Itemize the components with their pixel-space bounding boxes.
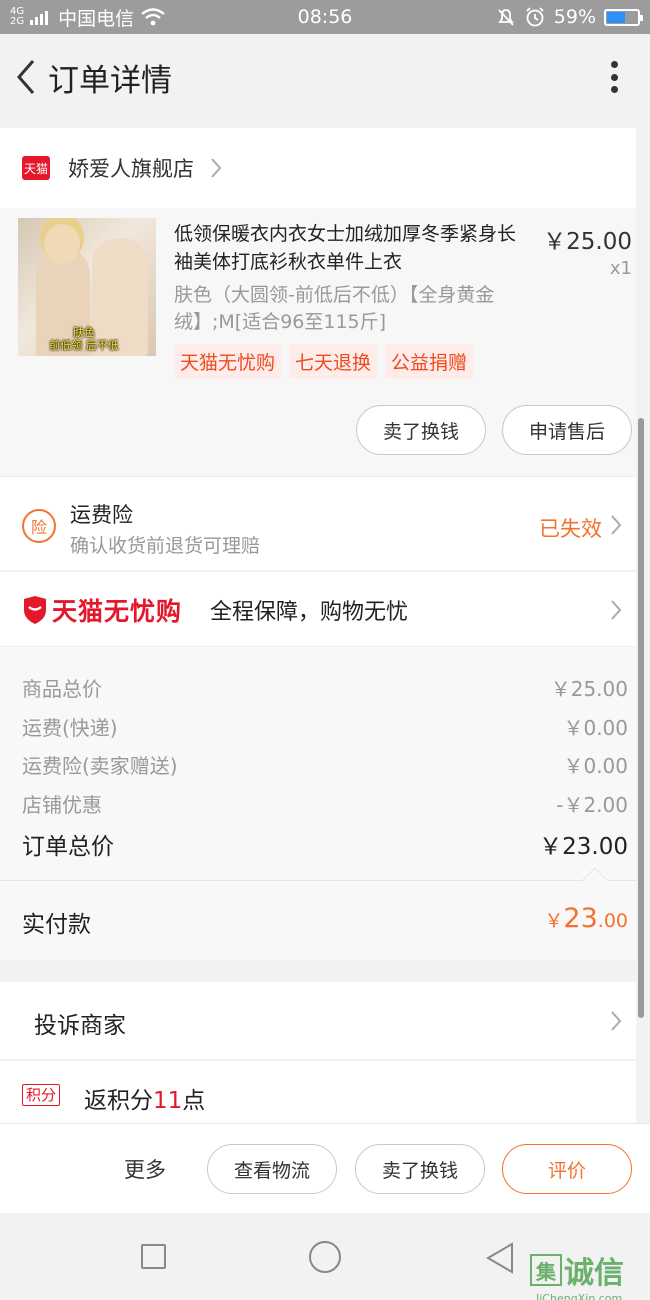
product-price: ￥25.00: [543, 229, 632, 255]
watermark-logo: 集诚信 JiChengXin.com: [530, 1248, 648, 1300]
service-tag: 天猫无忧购: [174, 344, 282, 379]
store-name: 娇爱人旗舰店: [68, 157, 194, 181]
battery-percent: 59%: [553, 6, 596, 28]
nav-bar: 订单详情: [0, 34, 650, 120]
status-bar: 4G 2G 中国电信 08:56 59%: [0, 0, 650, 34]
chevron-right-icon: [611, 515, 622, 535]
store-header[interactable]: 天猫 娇爱人旗舰店: [0, 128, 636, 208]
insurance-subtitle: 确认收货前退货可理赔: [70, 535, 261, 557]
resell-button[interactable]: 卖了换钱: [356, 405, 486, 455]
system-back-icon[interactable]: [485, 1241, 515, 1275]
service-tags: 天猫无忧购 七天退换 公益捐赠: [174, 344, 474, 379]
points-text: 返积分11点: [84, 1088, 206, 1114]
complain-merchant-row[interactable]: 投诉商家: [0, 982, 636, 1060]
signal-icon: [30, 11, 49, 25]
worry-free-logo: 天猫无忧购: [52, 597, 183, 626]
recent-apps-icon[interactable]: [141, 1244, 166, 1269]
back-button[interactable]: [4, 47, 48, 107]
product-title: 低领保暖衣内衣女士加绒加厚冬季紧身长袖美体打底衫秋衣单件上衣: [174, 223, 517, 273]
shield-icon: [24, 596, 46, 624]
bottom-action-bar: 更多 查看物流 卖了换钱 评价: [0, 1123, 650, 1213]
worry-free-text: 全程保障，购物无忧: [210, 600, 409, 625]
price-line-insurance: 运费险(卖家赠送) ￥0.00: [22, 754, 628, 778]
mute-bell-icon: [498, 9, 514, 26]
points-row: 积分 返积分11点: [0, 1061, 636, 1123]
chevron-right-icon: [611, 1011, 622, 1031]
battery-icon: [604, 8, 643, 26]
tmall-badge: 天猫: [22, 156, 50, 180]
product-item[interactable]: 肤色 前低领 后不低 低领保暖衣内衣女士加绒加厚冬季紧身长袖美体打底衫秋衣单件上…: [0, 208, 636, 476]
apply-after-sales-button[interactable]: 申请售后: [502, 405, 632, 455]
alarm-icon: [526, 7, 544, 27]
insurance-status: 已失效: [539, 517, 602, 541]
points-badge: 积分: [22, 1084, 61, 1106]
worry-free-row[interactable]: 天猫无忧购 全程保障，购物无忧: [0, 571, 636, 647]
page-title: 订单详情: [48, 62, 172, 99]
view-logistics-button[interactable]: 查看物流: [207, 1144, 337, 1194]
more-button[interactable]: 更多: [124, 1154, 166, 1184]
insurance-title: 运费险: [70, 503, 133, 527]
wifi-icon: [141, 8, 165, 26]
price-line-shipping: 运费(快递) ￥0.00: [22, 716, 628, 740]
insurance-icon: 险: [22, 509, 56, 543]
chevron-right-icon: [211, 158, 222, 178]
more-options-button[interactable]: [604, 57, 624, 97]
price-summary: 商品总价 ￥25.00 运费(快递) ￥0.00 运费险(卖家赠送) ￥0.00…: [0, 647, 636, 880]
resell-button[interactable]: 卖了换钱: [355, 1144, 485, 1194]
order-total: 订单总价 ￥23.00: [22, 834, 628, 860]
product-actions: 卖了换钱 申请售后: [356, 405, 632, 455]
carrier-name: 中国电信: [58, 7, 135, 30]
network-type-indicator: 4G 2G: [10, 6, 25, 27]
actual-payment: 实付款 ￥23.00: [0, 867, 636, 960]
price-line-discount: 店铺优惠 -￥2.00: [22, 793, 628, 817]
service-tag: 七天退换: [289, 344, 378, 379]
service-tag: 公益捐赠: [385, 344, 474, 379]
payment-label: 实付款: [22, 912, 91, 938]
product-sku: 肤色（大圆领-前低后不低）【全身黄金绒】;M[适合96至115斤]: [174, 284, 495, 333]
scrollbar-thumb[interactable]: [638, 418, 644, 1018]
complain-label: 投诉商家: [34, 1013, 126, 1039]
chevron-right-icon: [611, 600, 622, 620]
review-button[interactable]: 评价: [502, 1144, 632, 1194]
price-line-goods: 商品总价 ￥25.00: [22, 677, 628, 701]
home-icon[interactable]: [309, 1241, 341, 1273]
product-image[interactable]: 肤色 前低领 后不低: [18, 218, 156, 356]
back-arrow-icon: [17, 60, 35, 94]
product-image-caption: 肤色 前低领 后不低: [49, 326, 119, 352]
more-dots-icon: [610, 61, 618, 68]
payment-amount: ￥23.00: [544, 903, 628, 934]
shipping-insurance-row[interactable]: 险 运费险 确认收货前退货可理赔 已失效: [0, 476, 636, 570]
product-quantity: x1: [609, 258, 632, 279]
